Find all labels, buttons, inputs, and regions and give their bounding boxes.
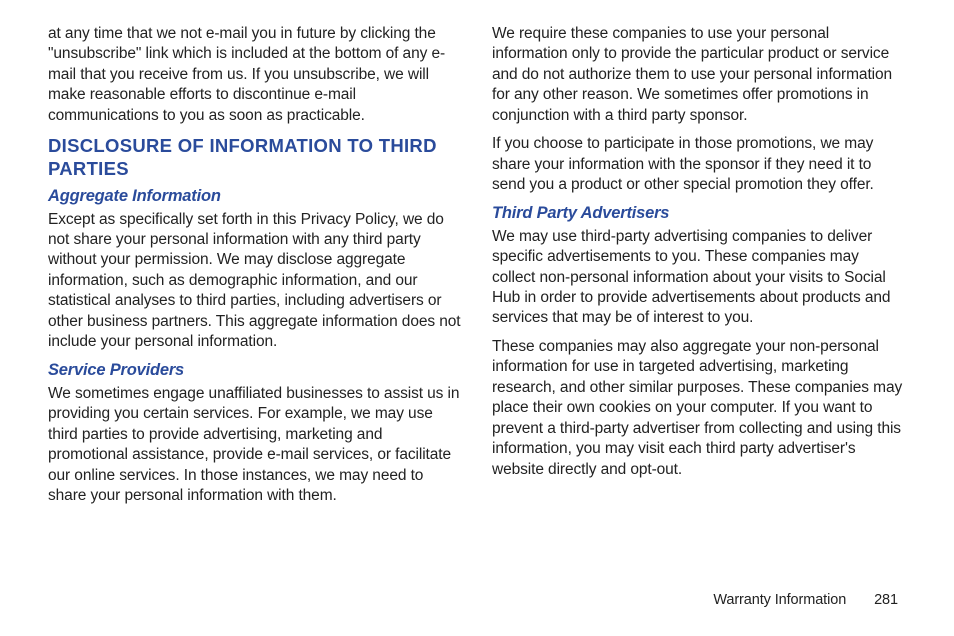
left-column: at any time that we not e-mail you in fu… [48,24,462,584]
footer-section-title: Warranty Information [713,592,846,608]
subheading-third-party-advertisers: Third Party Advertisers [492,204,906,223]
body-paragraph: We may use third-party advertising compa… [492,227,906,329]
body-paragraph: We require these companies to use your p… [492,24,906,126]
page-number: 281 [874,592,898,608]
body-paragraph: If you choose to participate in those pr… [492,134,906,195]
body-paragraph: at any time that we not e-mail you in fu… [48,24,462,126]
body-paragraph: We sometimes engage unaffiliated busines… [48,384,462,507]
section-heading-disclosure: DISCLOSURE OF INFORMATION TO THIRD PARTI… [48,134,462,180]
page-footer: Warranty Information 281 [713,592,898,608]
subheading-service-providers: Service Providers [48,361,462,380]
two-column-layout: at any time that we not e-mail you in fu… [48,24,906,584]
body-paragraph: Except as specifically set forth in this… [48,210,462,353]
body-paragraph: These companies may also aggregate your … [492,337,906,480]
right-column: We require these companies to use your p… [492,24,906,584]
subheading-aggregate: Aggregate Information [48,187,462,206]
